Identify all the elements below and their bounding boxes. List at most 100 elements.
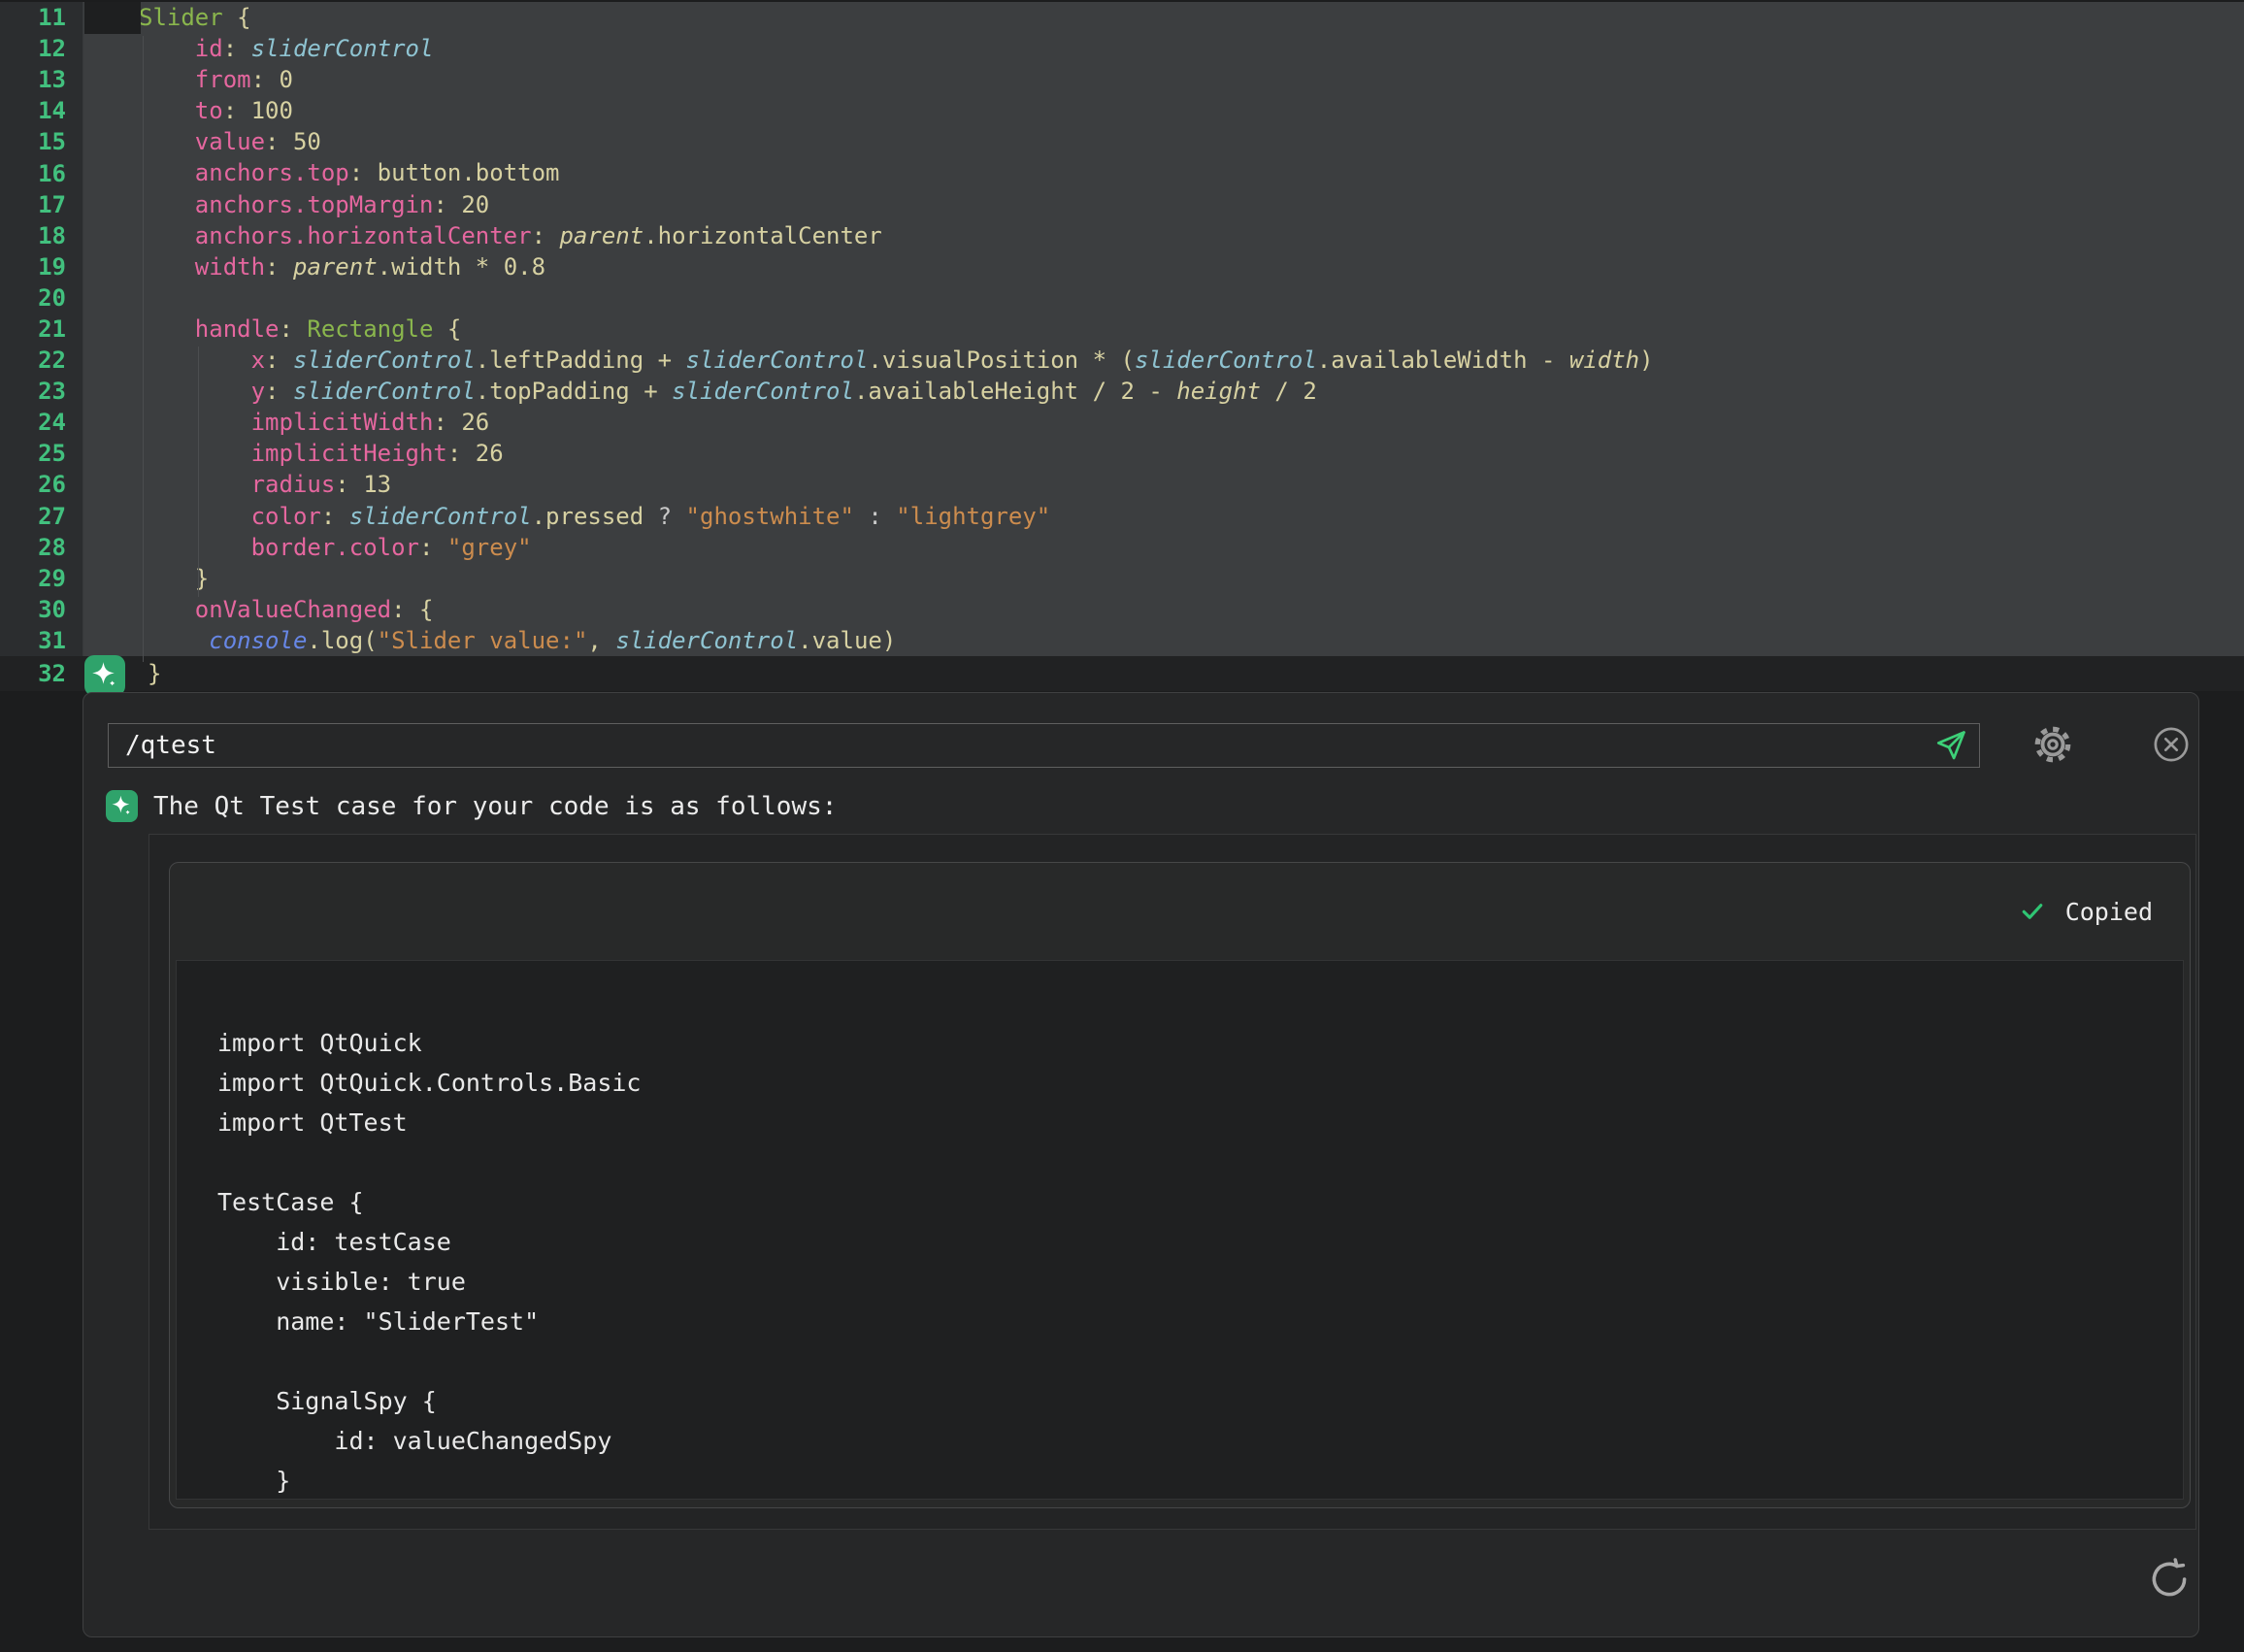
- fold-margin: [83, 563, 139, 594]
- fold-margin: [83, 594, 139, 625]
- line-number[interactable]: 24: [0, 407, 83, 438]
- line-number[interactable]: 14: [0, 95, 83, 126]
- line-number[interactable]: 22: [0, 345, 83, 376]
- line-number[interactable]: 15: [0, 126, 83, 157]
- code-block-line: import QtQuick: [217, 1023, 2183, 1063]
- settings-gear-icon[interactable]: [2032, 724, 2073, 765]
- editor-line[interactable]: 23 y: sliderControl.topPadding + sliderC…: [0, 376, 2244, 407]
- code-text[interactable]: y: sliderControl.topPadding + sliderCont…: [139, 376, 2244, 407]
- ai-assistant-sparkle-icon[interactable]: [84, 655, 125, 696]
- fold-margin: [83, 157, 139, 188]
- code-text[interactable]: anchors.top: button.bottom: [139, 157, 2244, 188]
- editor-line[interactable]: 21 handle: Rectangle {: [0, 314, 2244, 345]
- code-block-line: import QtTest: [217, 1103, 2183, 1142]
- editor-line[interactable]: 15 value: 50: [0, 126, 2244, 157]
- editor-line[interactable]: 16 anchors.top: button.bottom: [0, 157, 2244, 188]
- prompt-input[interactable]: /qtest: [108, 723, 1980, 768]
- line-number[interactable]: 18: [0, 220, 83, 251]
- send-icon[interactable]: [1934, 729, 1967, 762]
- code-text[interactable]: value: 50: [139, 126, 2244, 157]
- fold-margin: [83, 64, 139, 95]
- editor-line[interactable]: 26 radius: 13: [0, 469, 2244, 500]
- code-text[interactable]: border.color: "grey": [139, 532, 2244, 563]
- line-number[interactable]: 11: [0, 2, 83, 33]
- fold-margin-marker: [84, 2, 141, 34]
- code-text[interactable]: radius: 13: [139, 469, 2244, 500]
- copy-code-button[interactable]: Copied: [2019, 863, 2153, 960]
- regenerate-icon[interactable]: [2145, 1555, 2194, 1603]
- code-block-line: import QtQuick.Controls.Basic: [217, 1063, 2183, 1103]
- code-text[interactable]: }: [139, 563, 2244, 594]
- code-block-line: id: valueChangedSpy: [217, 1421, 2183, 1461]
- code-editor[interactable]: 11Slider {12 id: sliderControl13 from: 0…: [0, 2, 2244, 691]
- editor-line[interactable]: 14 to: 100: [0, 95, 2244, 126]
- editor-line[interactable]: 24 implicitWidth: 26: [0, 407, 2244, 438]
- line-number[interactable]: 29: [0, 563, 83, 594]
- editor-line[interactable]: 32}: [0, 656, 2244, 691]
- fold-margin: [83, 220, 139, 251]
- code-text[interactable]: color: sliderControl.pressed ? "ghostwhi…: [139, 501, 2244, 532]
- line-number[interactable]: 21: [0, 314, 83, 345]
- code-text[interactable]: handle: Rectangle {: [139, 314, 2244, 345]
- assistant-avatar-sparkle-icon: [106, 790, 138, 822]
- line-number[interactable]: 23: [0, 376, 83, 407]
- code-text[interactable]: console.log("Slider value:", sliderContr…: [139, 625, 2244, 656]
- assistant-panel: /qtest: [82, 692, 2199, 1637]
- fold-margin: [83, 438, 139, 469]
- editor-line[interactable]: 30 onValueChanged: {: [0, 594, 2244, 625]
- editor-line[interactable]: 11 Slider {: [0, 2, 2244, 33]
- line-number[interactable]: 19: [0, 251, 83, 282]
- line-number[interactable]: 16: [0, 157, 83, 188]
- code-text[interactable]: from: 0: [139, 64, 2244, 95]
- code-block-line: visible: true: [217, 1262, 2183, 1302]
- line-number[interactable]: 13: [0, 64, 83, 95]
- code-text[interactable]: implicitHeight: 26: [139, 438, 2244, 469]
- editor-line[interactable]: 13 from: 0: [0, 64, 2244, 95]
- code-block-line: id: testCase: [217, 1222, 2183, 1262]
- code-text[interactable]: x: sliderControl.leftPadding + sliderCon…: [139, 345, 2244, 376]
- editor-line[interactable]: 25 implicitHeight: 26: [0, 438, 2244, 469]
- code-text[interactable]: implicitWidth: 26: [139, 407, 2244, 438]
- code-text[interactable]: onValueChanged: {: [139, 594, 2244, 625]
- line-number[interactable]: 28: [0, 532, 83, 563]
- line-number[interactable]: 27: [0, 501, 83, 532]
- editor-line[interactable]: 20: [0, 282, 2244, 314]
- line-number[interactable]: 25: [0, 438, 83, 469]
- editor-line[interactable]: 19 width: parent.width * 0.8: [0, 251, 2244, 282]
- editor-line[interactable]: 22 x: sliderControl.leftPadding + slider…: [0, 345, 2244, 376]
- indent-guide: [198, 347, 199, 597]
- fold-margin: [83, 251, 139, 282]
- line-number[interactable]: 17: [0, 189, 83, 220]
- editor-line[interactable]: 29 }: [0, 563, 2244, 594]
- line-number[interactable]: 30: [0, 594, 83, 625]
- code-text[interactable]: anchors.topMargin: 20: [139, 189, 2244, 220]
- indent-guide: [143, 36, 144, 662]
- editor-line[interactable]: 28 border.color: "grey": [0, 532, 2244, 563]
- assistant-message-row: The Qt Test case for your code is as fol…: [106, 790, 837, 822]
- fold-margin: [83, 532, 139, 563]
- editor-line[interactable]: 31 console.log("Slider value:", sliderCo…: [0, 625, 2244, 656]
- line-number[interactable]: 32: [0, 656, 83, 691]
- code-text[interactable]: to: 100: [139, 95, 2244, 126]
- code-text[interactable]: anchors.horizontalCenter: parent.horizon…: [139, 220, 2244, 251]
- check-icon: [2019, 898, 2046, 925]
- code-text[interactable]: id: sliderControl: [139, 33, 2244, 64]
- fold-margin: [83, 501, 139, 532]
- editor-line[interactable]: 17 anchors.topMargin: 20: [0, 189, 2244, 220]
- code-text[interactable]: width: parent.width * 0.8: [139, 251, 2244, 282]
- editor-line[interactable]: 27 color: sliderControl.pressed ? "ghost…: [0, 501, 2244, 532]
- code-text[interactable]: }: [83, 658, 2244, 689]
- code-text[interactable]: Slider {: [139, 2, 2244, 33]
- close-icon[interactable]: [2153, 726, 2190, 763]
- editor-line[interactable]: 18 anchors.horizontalCenter: parent.hori…: [0, 220, 2244, 251]
- line-number[interactable]: 26: [0, 469, 83, 500]
- code-block-line: [217, 1142, 2183, 1182]
- fold-margin: [83, 282, 139, 314]
- fold-margin: [83, 376, 139, 407]
- line-number[interactable]: 12: [0, 33, 83, 64]
- assistant-response-container: Copied import QtQuickimport QtQuick.Cont…: [148, 834, 2196, 1530]
- editor-line[interactable]: 12 id: sliderControl: [0, 33, 2244, 64]
- app-window: 11Slider {12 id: sliderControl13 from: 0…: [0, 0, 2244, 1652]
- line-number[interactable]: 20: [0, 282, 83, 314]
- line-number[interactable]: 31: [0, 625, 83, 656]
